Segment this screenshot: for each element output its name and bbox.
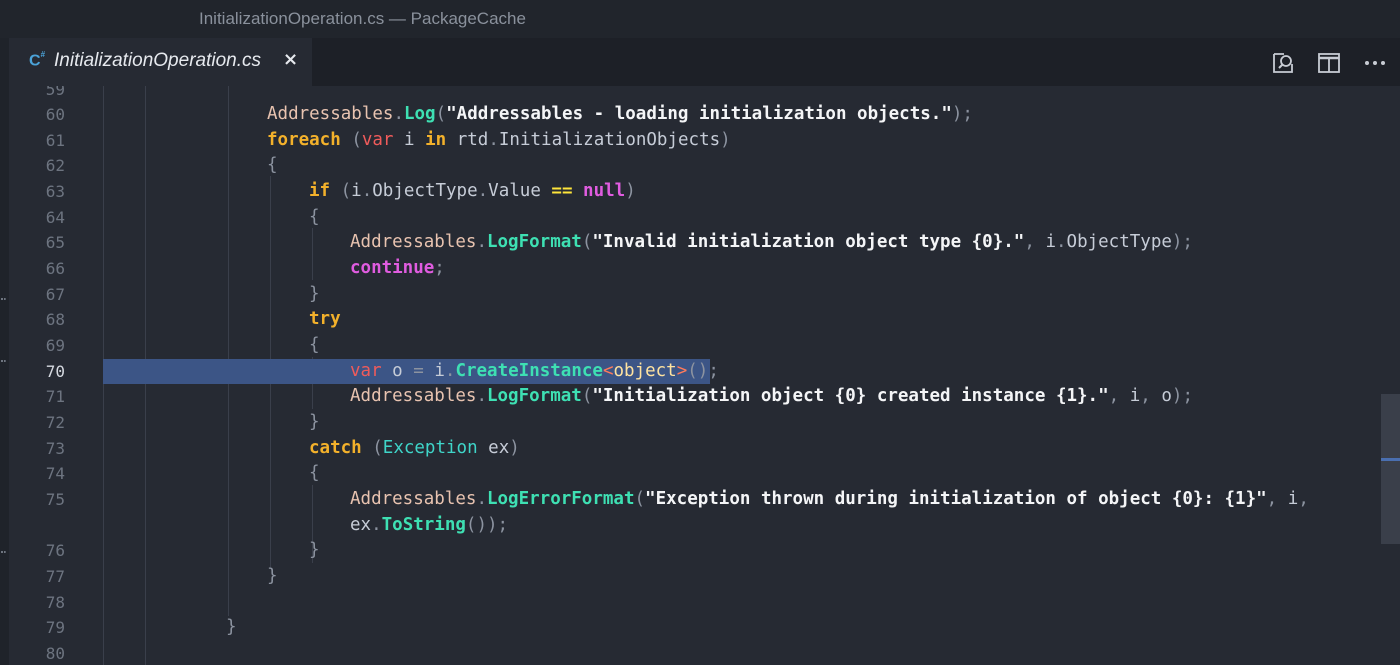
code-text: } <box>309 412 320 432</box>
line-number-active: 70 <box>45 362 65 381</box>
code-text: if (i.ObjectType.Value == null) <box>309 181 636 201</box>
line-number: 66 <box>45 259 65 278</box>
window-titlebar: InitializationOperation.cs — PackageCach… <box>0 0 1400 38</box>
code-line: 63 if (i.ObjectType.Value == null) <box>9 179 1400 205</box>
code-text: foreach (var i in rtd.InitializationObje… <box>267 130 731 150</box>
code-line-wrapped: ex.ToString()); <box>9 513 1400 539</box>
code-line: 64 { <box>9 205 1400 231</box>
code-line: 73 catch (Exception ex) <box>9 436 1400 462</box>
code-text: Addressables.Log("Addressables - loading… <box>267 104 973 124</box>
line-number: 76 <box>45 541 65 560</box>
code-line: 67 } <box>9 282 1400 308</box>
line-number: 59 <box>45 86 65 99</box>
code-text: Addressables.LogFormat("Initialization o… <box>350 386 1193 406</box>
code-line: 71 Addressables.LogFormat("Initializatio… <box>9 384 1400 410</box>
code-line: 75 Addressables.LogErrorFormat("Exceptio… <box>9 487 1400 513</box>
line-number: 79 <box>45 618 65 637</box>
code-line: 61 foreach (var i in rtd.InitializationO… <box>9 128 1400 154</box>
split-editor-icon[interactable] <box>1316 50 1342 76</box>
tab-label: InitializationOperation.cs <box>54 50 261 71</box>
more-actions-icon[interactable] <box>1362 50 1388 76</box>
code-text: { <box>309 207 320 227</box>
line-number: 78 <box>45 593 65 612</box>
code-line: 68 try <box>9 307 1400 333</box>
code-text: { <box>309 335 320 355</box>
csharp-file-icon: C# <box>29 50 46 70</box>
window-title: InitializationOperation.cs — PackageCach… <box>199 9 526 28</box>
strip-dot-icon <box>1 298 6 303</box>
code-line: 59 <box>9 86 1400 103</box>
close-tab-icon[interactable]: × <box>283 49 298 70</box>
code-text: { <box>267 155 278 175</box>
scrollbar-selection-marker <box>1381 458 1400 461</box>
code-text: try <box>309 309 341 329</box>
line-number: 73 <box>45 439 65 458</box>
line-number: 60 <box>45 105 65 124</box>
line-number: 74 <box>45 464 65 483</box>
code-text: } <box>309 284 320 304</box>
code-text: Addressables.LogErrorFormat("Exception t… <box>350 489 1309 509</box>
code-line: 72 } <box>9 410 1400 436</box>
code-line-active: 70 var o = i.CreateInstance<object>(); <box>9 359 1400 385</box>
activity-strip <box>0 38 9 665</box>
code-text: ex.ToString()); <box>350 515 509 535</box>
code-line: 65 Addressables.LogFormat("Invalid initi… <box>9 230 1400 256</box>
code-text: } <box>309 540 320 560</box>
code-editor[interactable]: 59 60 Addressables.Log("Addressables - l… <box>9 86 1400 665</box>
vertical-scrollbar-thumb[interactable] <box>1381 394 1400 544</box>
line-number: 80 <box>45 644 65 663</box>
strip-dot-icon <box>1 360 6 365</box>
line-number: 62 <box>45 156 65 175</box>
line-number: 69 <box>45 336 65 355</box>
code-text: } <box>267 566 278 586</box>
csharp-icon-hash: # <box>40 50 46 59</box>
code-line: 74 { <box>9 461 1400 487</box>
code-line: 60 Addressables.Log("Addressables - load… <box>9 102 1400 128</box>
code-line: 78 <box>9 590 1400 616</box>
strip-dot-icon <box>1 551 6 556</box>
line-number: 67 <box>45 285 65 304</box>
line-number: 61 <box>45 131 65 150</box>
code-text: catch (Exception ex) <box>309 438 520 458</box>
open-preview-icon[interactable] <box>1270 50 1296 76</box>
code-text: continue; <box>350 258 445 278</box>
tab-initialization-operation[interactable]: C# InitializationOperation.cs × <box>9 38 312 86</box>
code-line: 66 continue; <box>9 256 1400 282</box>
csharp-icon-letter: C <box>29 52 41 70</box>
line-number: 72 <box>45 413 65 432</box>
code-text: var o = i.CreateInstance<object>(); <box>350 361 719 381</box>
code-text: { <box>309 463 320 483</box>
line-number: 75 <box>45 490 65 509</box>
code-line: 62 { <box>9 153 1400 179</box>
line-number: 64 <box>45 208 65 227</box>
code-text: Addressables.LogFormat("Invalid initiali… <box>350 232 1193 252</box>
code-text: } <box>226 617 237 637</box>
code-line: 76 } <box>9 538 1400 564</box>
tab-bar: C# InitializationOperation.cs × <box>0 38 1400 86</box>
code-line: 80 <box>9 641 1400 665</box>
code-line: 79 } <box>9 615 1400 641</box>
line-number: 68 <box>45 310 65 329</box>
line-number: 65 <box>45 233 65 252</box>
line-number: 71 <box>45 387 65 406</box>
line-number: 63 <box>45 182 65 201</box>
code-line: 77 } <box>9 564 1400 590</box>
code-line: 69 { <box>9 333 1400 359</box>
line-number: 77 <box>45 567 65 586</box>
